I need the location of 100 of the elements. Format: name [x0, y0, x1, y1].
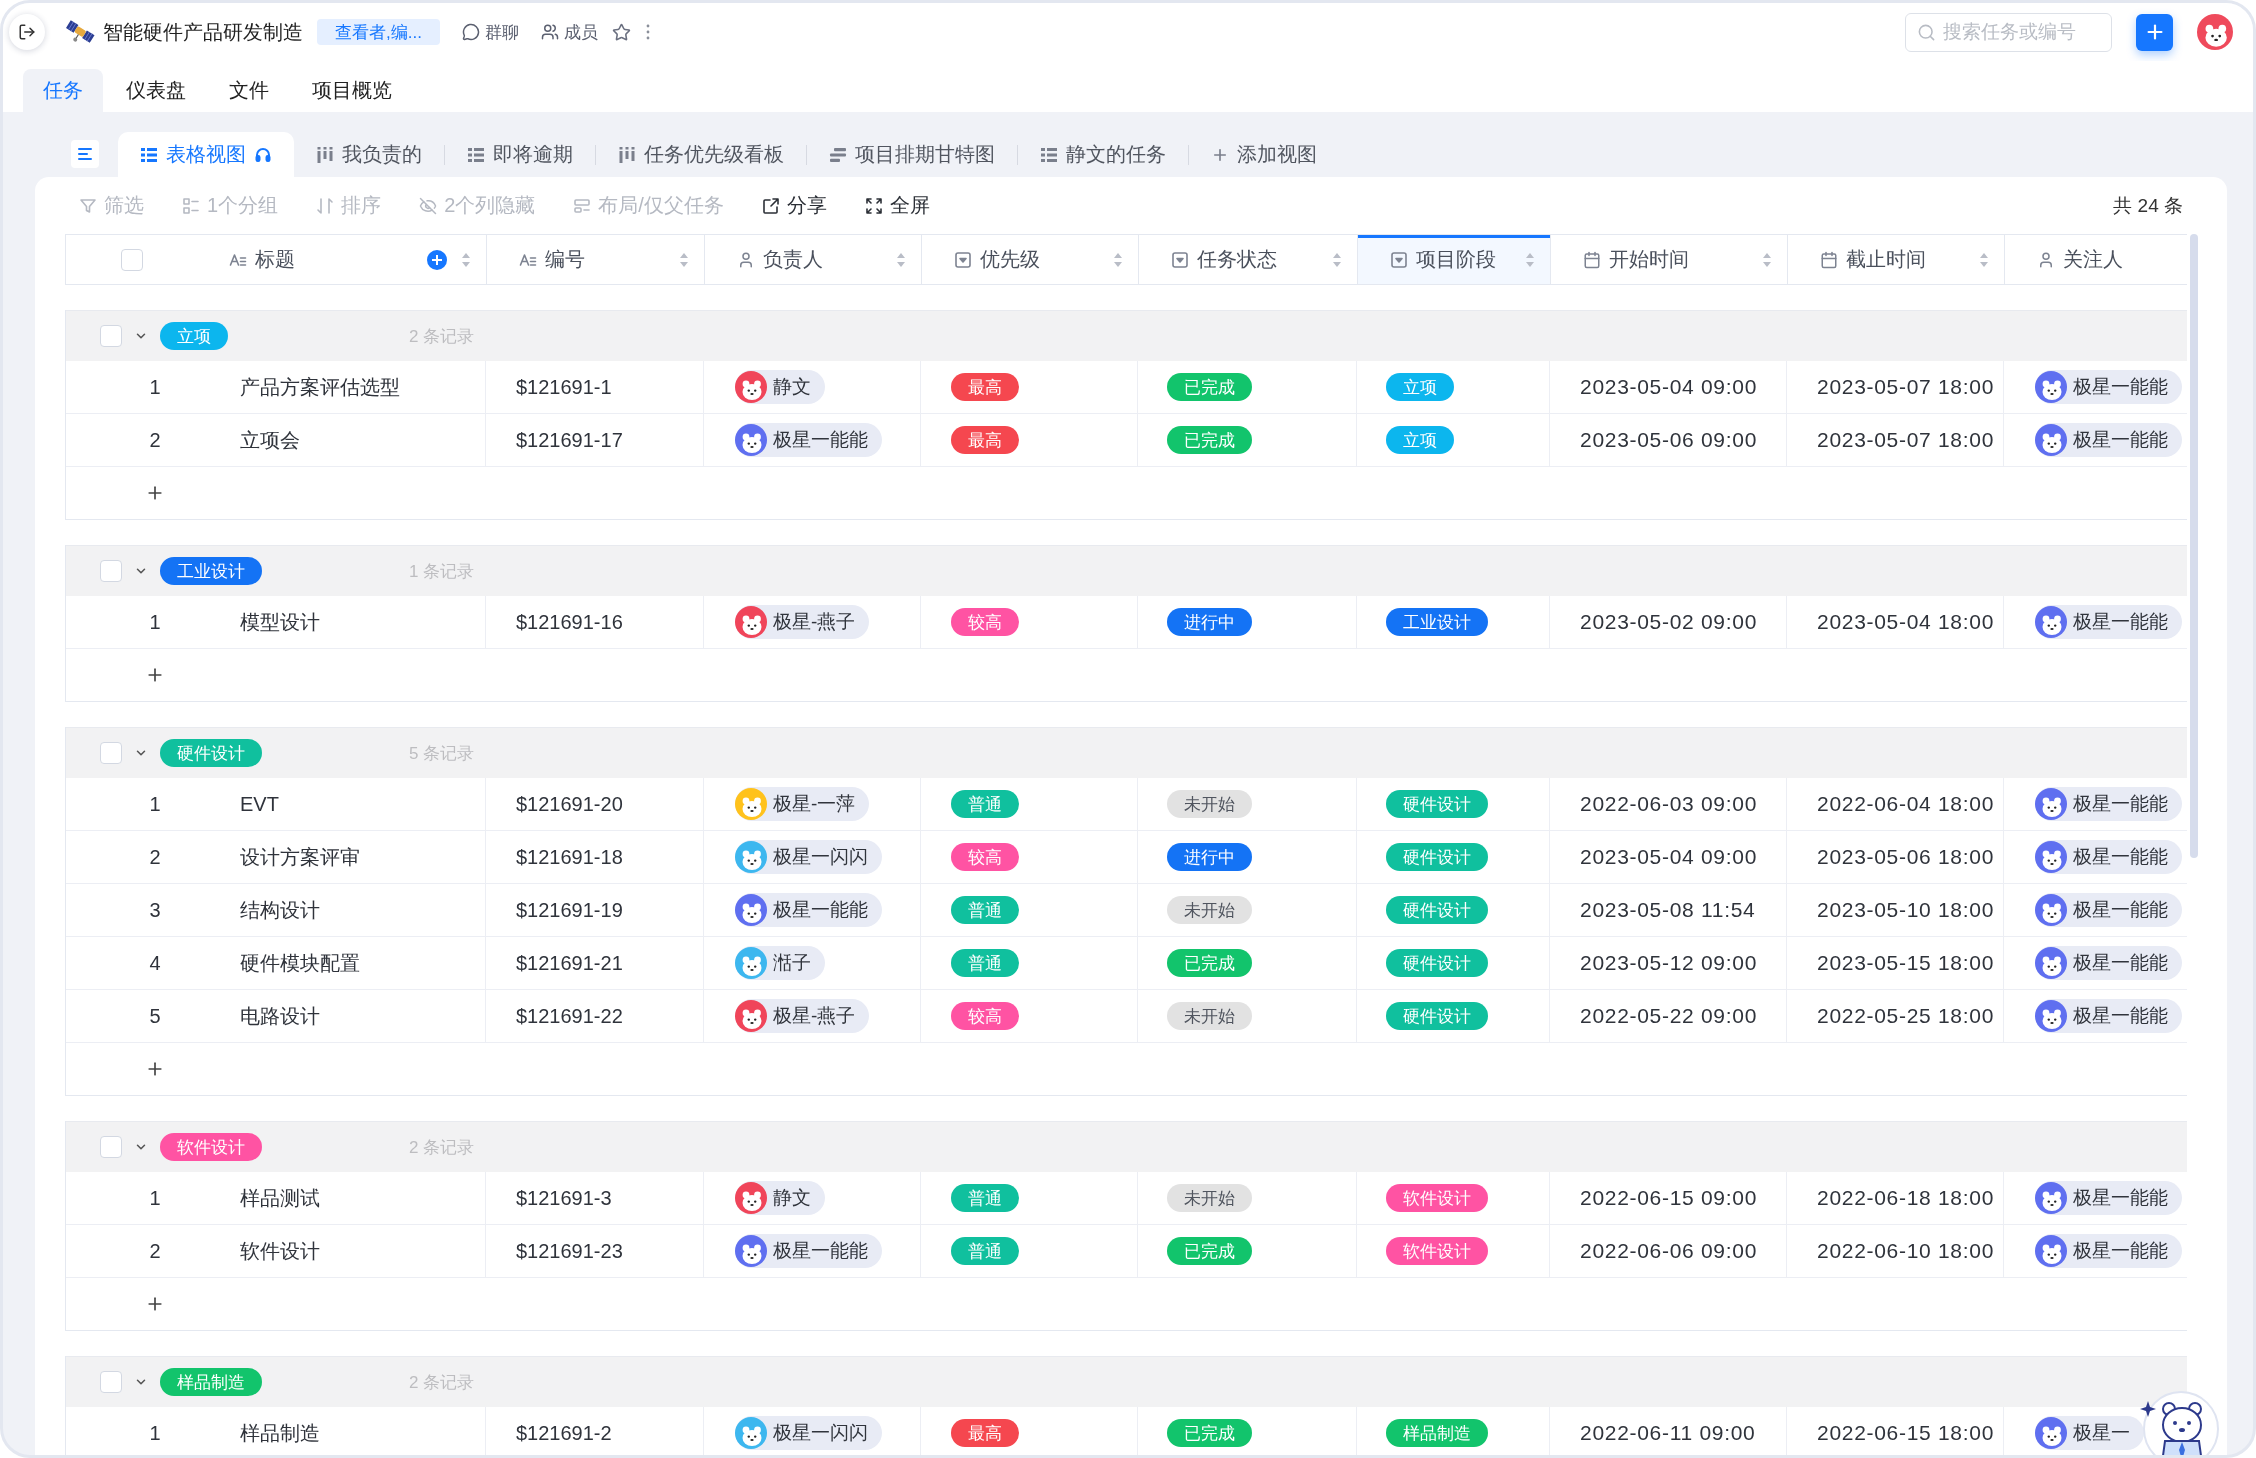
priority-tag: 较高 [951, 608, 1019, 636]
stage-tag: 软件设计 [1386, 1237, 1488, 1265]
column-header[interactable]: 项目阶段 [1358, 235, 1551, 284]
group-tag: 样品制造 [160, 1368, 262, 1396]
task-title-cell: 硬件模块配置 [240, 937, 486, 989]
task-code-cell: $121691-18 [486, 831, 704, 883]
start-time-cell: 2022-05-22 09:00 [1550, 990, 1787, 1042]
group-checkbox[interactable] [100, 742, 122, 764]
chat-link[interactable]: 群聊 [461, 20, 519, 44]
add-column-button[interactable] [427, 249, 447, 270]
exit-icon [18, 23, 36, 41]
due-time-cell: 2023-05-10 18:00 [1787, 884, 2004, 936]
add-button[interactable] [2136, 13, 2173, 51]
follower-name: 极星一能能 [2073, 845, 2168, 869]
eye-off-icon [419, 196, 438, 215]
task-code-cell: $121691-3 [486, 1172, 704, 1224]
row-number: 2 [149, 428, 161, 452]
priority-tag: 普通 [951, 896, 1019, 924]
priority-tag: 最高 [951, 373, 1019, 401]
follower-name: 极星一能能 [2073, 428, 2168, 452]
due-time-cell: 2022-06-10 18:00 [1787, 1225, 2004, 1277]
row-number: 4 [149, 951, 161, 975]
row-number: 1 [149, 1186, 161, 1210]
priority-tag: 最高 [951, 426, 1019, 454]
task-code-cell: $121691-17 [486, 414, 704, 466]
status-tag: 进行中 [1167, 608, 1252, 636]
person-icon [2037, 250, 2055, 269]
headset-icon [254, 145, 272, 164]
dropdown-field-icon [954, 250, 972, 269]
sort-arrows-icon[interactable] [1762, 251, 1772, 268]
due-time-cell: 2022-05-25 18:00 [1787, 990, 2004, 1042]
fullscreen-button[interactable]: 全屏 [864, 192, 930, 219]
bear-avatar-icon[interactable] [2197, 14, 2233, 50]
task-title-cell: 产品方案评估选型 [240, 361, 486, 413]
sort-arrows-icon[interactable] [1979, 251, 1989, 268]
more-button[interactable] [644, 23, 651, 41]
sort-arrows-icon[interactable] [679, 251, 689, 268]
start-time-cell: 2022-06-06 09:00 [1550, 1225, 1787, 1277]
search-field[interactable]: 搜索任务或编号 [1905, 12, 2112, 52]
sort-arrows-icon[interactable] [461, 251, 471, 268]
task-title-cell: 软件设计 [240, 1225, 486, 1277]
start-time-cell: 2023-05-04 09:00 [1550, 361, 1787, 413]
tab[interactable]: 仪表盘 [106, 69, 206, 112]
assignee-name: 极星一能能 [773, 898, 868, 922]
tab[interactable]: 任务 [23, 69, 103, 112]
due-time-cell: 2022-06-18 18:00 [1787, 1172, 2004, 1224]
view-tab[interactable]: 静文的任务 [1018, 132, 1188, 177]
menu-icon [76, 145, 94, 163]
calendar-icon [1820, 250, 1838, 269]
assignee-name: 湉子 [773, 951, 811, 975]
group-checkbox[interactable] [100, 325, 122, 347]
sort-arrows-icon[interactable] [896, 251, 906, 268]
stage-tag: 样品制造 [1386, 1419, 1488, 1447]
priority-tag: 较高 [951, 843, 1019, 871]
stage-tag: 硬件设计 [1386, 949, 1488, 977]
start-time-cell: 2023-05-06 09:00 [1550, 414, 1787, 466]
role-badge[interactable]: 查看者,编... [317, 19, 440, 45]
fullscreen-icon [864, 196, 883, 215]
dropdown-field-icon [1171, 250, 1189, 269]
priority-tag: 较高 [951, 1002, 1019, 1030]
status-tag: 已完成 [1167, 1419, 1252, 1447]
tab[interactable]: 项目概览 [292, 69, 412, 112]
follower-name: 极星一 [2073, 1421, 2130, 1445]
stage-tag: 硬件设计 [1386, 896, 1488, 924]
scrollbar-thumb[interactable] [2190, 234, 2198, 858]
status-tag: 已完成 [1167, 373, 1252, 401]
priority-tag: 普通 [951, 790, 1019, 818]
group-checkbox[interactable] [100, 1371, 122, 1393]
view-tab[interactable]: 表格视图 [118, 132, 294, 177]
tab[interactable]: 文件 [209, 69, 289, 112]
sort-arrows-icon[interactable] [1332, 251, 1342, 268]
menu-button[interactable] [71, 140, 99, 168]
calendar-icon [1583, 250, 1601, 269]
task-title-cell: 设计方案评审 [240, 831, 486, 883]
members-link[interactable]: 成员 [540, 20, 598, 44]
exit-button[interactable] [9, 14, 45, 50]
star-button[interactable] [611, 22, 631, 42]
row-number: 3 [149, 898, 161, 922]
view-tab[interactable]: 我负责的 [294, 132, 444, 177]
group-checkbox[interactable] [100, 1136, 122, 1158]
assignee-name: 静文 [773, 375, 811, 399]
share-button[interactable]: 分享 [761, 192, 827, 219]
select-all-checkbox[interactable] [121, 248, 143, 271]
view-tab[interactable]: 项目排期甘特图 [807, 132, 1017, 177]
gantt-icon [829, 145, 847, 164]
status-tag: 未开始 [1167, 1002, 1252, 1030]
view-tab[interactable]: 即将逾期 [445, 132, 595, 177]
column-header[interactable]: 标题 [229, 235, 487, 284]
row-number: 1 [149, 1421, 161, 1445]
task-code-cell: $121691-1 [486, 361, 704, 413]
add-view-button[interactable]: 添加视图 [1189, 132, 1339, 177]
task-title-cell: 模型设计 [240, 596, 486, 648]
view-tab[interactable]: 任务优先级看板 [596, 132, 806, 177]
task-code-cell: $121691-21 [486, 937, 704, 989]
stage-tag: 立项 [1386, 373, 1454, 401]
group-tag: 立项 [160, 322, 228, 350]
task-code-cell: $121691-20 [486, 778, 704, 830]
sort-arrows-icon[interactable] [1113, 251, 1123, 268]
filter-icon [79, 196, 97, 215]
group-checkbox[interactable] [100, 560, 122, 582]
